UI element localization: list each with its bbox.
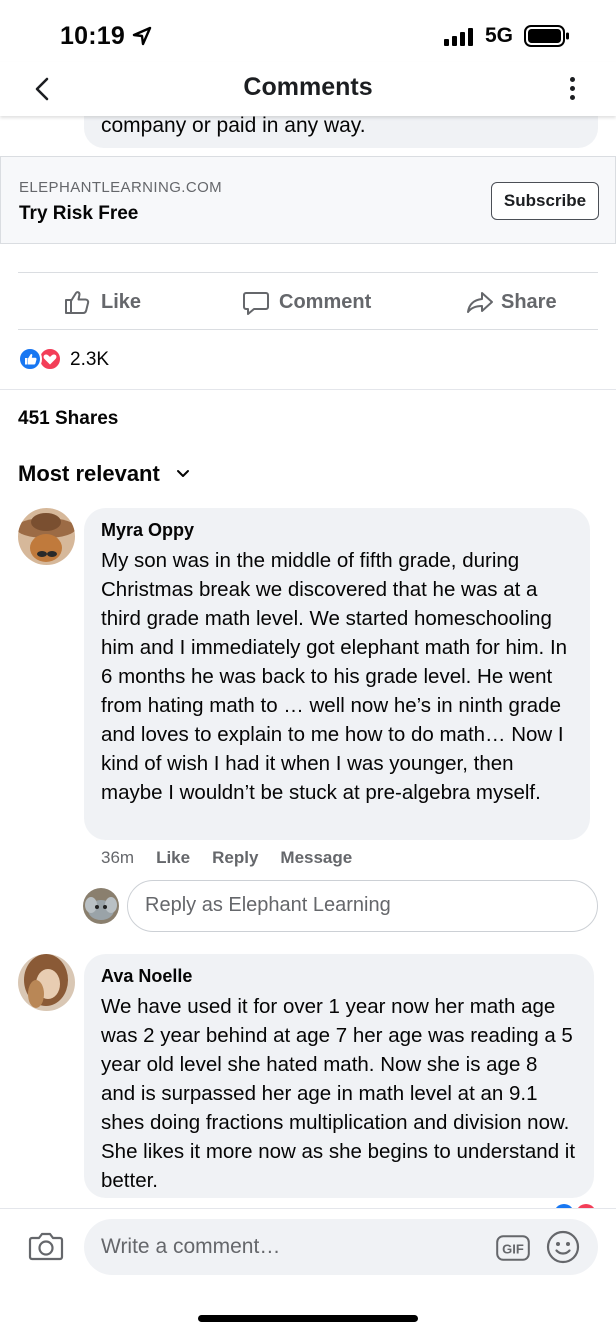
reaction-count: 2.3K [70, 349, 110, 370]
page-avatar [83, 888, 119, 924]
post-actions: Like Comment Share [18, 276, 598, 328]
chevron-down-icon[interactable] [175, 467, 191, 481]
camera-icon[interactable] [28, 1229, 64, 1263]
like-button[interactable]: Like [63, 288, 163, 316]
comment-text: My son was in the middle of fifth grade,… [101, 549, 568, 804]
share-label: Share [501, 291, 557, 313]
cellular-signal-icon [444, 28, 474, 46]
comment-bubble: Ava Noelle We have used it for over 1 ye… [84, 954, 594, 1198]
comment-label: Comment [279, 291, 372, 313]
divider [18, 272, 598, 273]
ad-link-preview[interactable]: ELEPHANTLEARNING.COM Try Risk Free Subsc… [0, 156, 616, 244]
network-type: 5G [485, 24, 514, 47]
avatar[interactable] [18, 954, 75, 1011]
gif-icon[interactable]: GIF [496, 1235, 530, 1261]
shares-count[interactable]: 451 Shares [18, 408, 118, 430]
like-label: Like [101, 291, 142, 313]
comment-author[interactable]: Ava Noelle [101, 966, 577, 987]
emoji-icon[interactable] [546, 1230, 580, 1264]
comment-bubble: Myra Oppy My son was in the middle of fi… [84, 508, 590, 840]
comment-composer: Write a comment… GIF [0, 1208, 616, 1333]
more-options-icon[interactable] [561, 74, 583, 104]
comment-message-button[interactable]: Message [280, 848, 352, 868]
thumbs-up-icon [65, 291, 90, 314]
subscribe-button[interactable]: Subscribe [491, 182, 599, 220]
like-reaction-icon [18, 347, 42, 371]
ad-title: Try Risk Free [19, 203, 139, 224]
comment-reply-button[interactable]: Reply [212, 848, 258, 868]
location-arrow-icon [132, 26, 152, 46]
comment-sort-label[interactable]: Most relevant [18, 461, 160, 487]
comment-time: 36m [101, 848, 135, 867]
reply-input[interactable]: Reply as Elephant Learning [127, 880, 598, 932]
avatar[interactable] [18, 508, 75, 565]
battery-icon [524, 25, 569, 47]
navigation-bar: Comments [0, 62, 616, 116]
comment-button[interactable]: Comment [242, 288, 382, 316]
page-title: Comments [243, 73, 373, 101]
comment-meta: 36m Like Reply Message [101, 848, 374, 868]
comment-bubble-icon [243, 292, 269, 315]
home-indicator [198, 1315, 418, 1322]
svg-text:GIF: GIF [502, 1242, 524, 1257]
divider [18, 329, 598, 330]
comment-text: We have used it for over 1 year now her … [101, 995, 576, 1192]
share-arrow-icon [467, 292, 493, 313]
comment-author[interactable]: Myra Oppy [101, 520, 573, 541]
status-bar: 10:19 5G [0, 0, 616, 66]
previous-comment-text: company or paid in any way. [101, 114, 366, 137]
ad-domain: ELEPHANTLEARNING.COM [19, 179, 223, 196]
comment-like-button[interactable]: Like [156, 848, 190, 868]
share-button[interactable]: Share [466, 288, 576, 316]
status-time: 10:19 [60, 22, 125, 50]
divider [0, 389, 616, 390]
